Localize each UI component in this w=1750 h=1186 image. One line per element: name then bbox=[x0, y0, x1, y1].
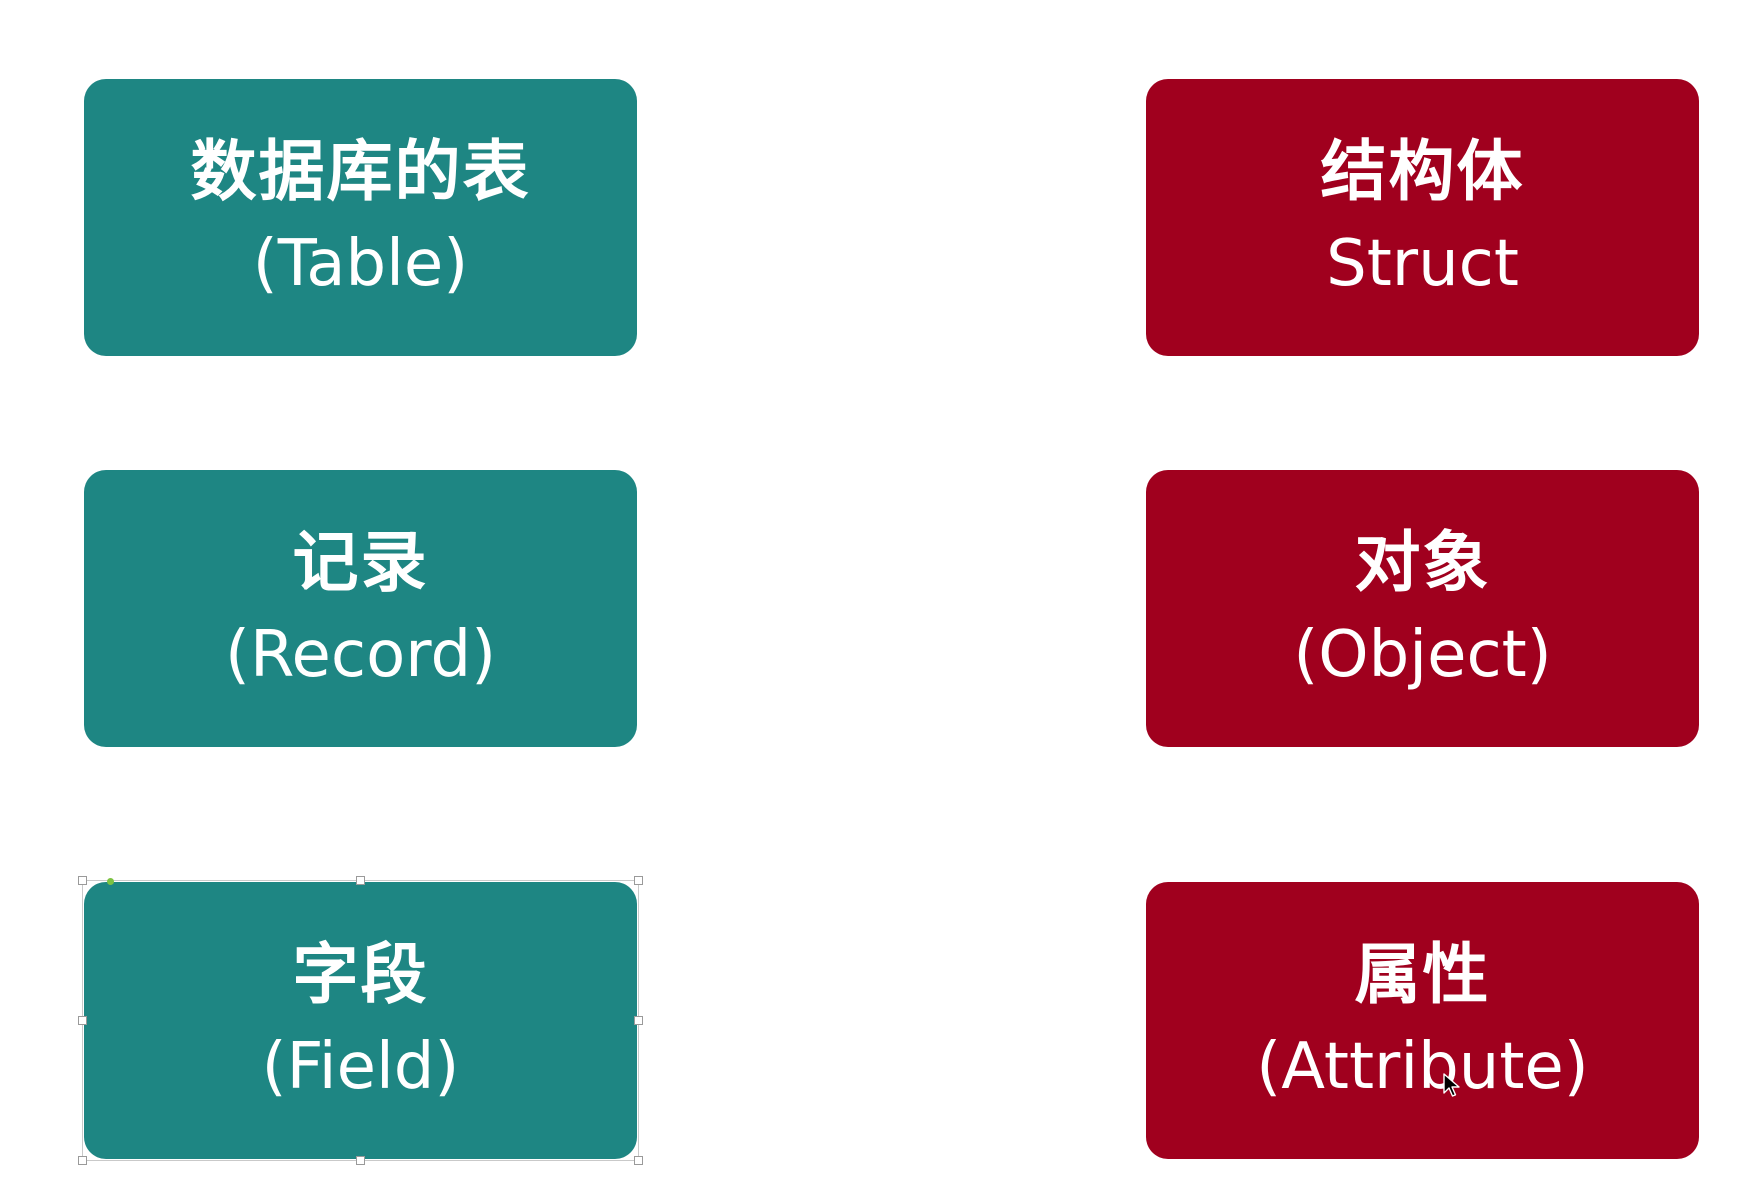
struct-box-en-label: Struct bbox=[1326, 226, 1519, 301]
record-box[interactable]: 记录 (Record) bbox=[84, 470, 637, 747]
attribute-box-en-label: (Attribute) bbox=[1256, 1029, 1589, 1104]
object-box[interactable]: 对象 (Object) bbox=[1146, 470, 1699, 747]
record-box-zh-label: 记录 bbox=[292, 523, 429, 601]
object-box-zh-label: 对象 bbox=[1354, 523, 1491, 601]
resize-handle-top-left[interactable] bbox=[78, 876, 87, 885]
table-box-en-label: (Table) bbox=[252, 226, 469, 301]
resize-handle-bottom-left[interactable] bbox=[78, 1156, 87, 1165]
object-box-en-label: (Object) bbox=[1293, 617, 1552, 692]
struct-box-zh-label: 结构体 bbox=[1320, 132, 1525, 210]
table-box-zh-label: 数据库的表 bbox=[190, 132, 531, 210]
slide-canvas[interactable]: 数据库的表 (Table) 记录 (Record) 字段 (Field) 结构体… bbox=[0, 0, 1750, 1186]
attribute-box[interactable]: 属性 (Attribute) bbox=[1146, 882, 1699, 1159]
record-box-en-label: (Record) bbox=[224, 617, 497, 692]
resize-handle-top-right[interactable] bbox=[634, 876, 643, 885]
field-box[interactable]: 字段 (Field) bbox=[84, 882, 637, 1159]
resize-handle-bottom-right[interactable] bbox=[634, 1156, 643, 1165]
field-box-zh-label: 字段 bbox=[292, 935, 429, 1013]
field-box-en-label: (Field) bbox=[261, 1029, 460, 1104]
attribute-box-zh-label: 属性 bbox=[1354, 935, 1491, 1013]
struct-box[interactable]: 结构体 Struct bbox=[1146, 79, 1699, 356]
table-box[interactable]: 数据库的表 (Table) bbox=[84, 79, 637, 356]
